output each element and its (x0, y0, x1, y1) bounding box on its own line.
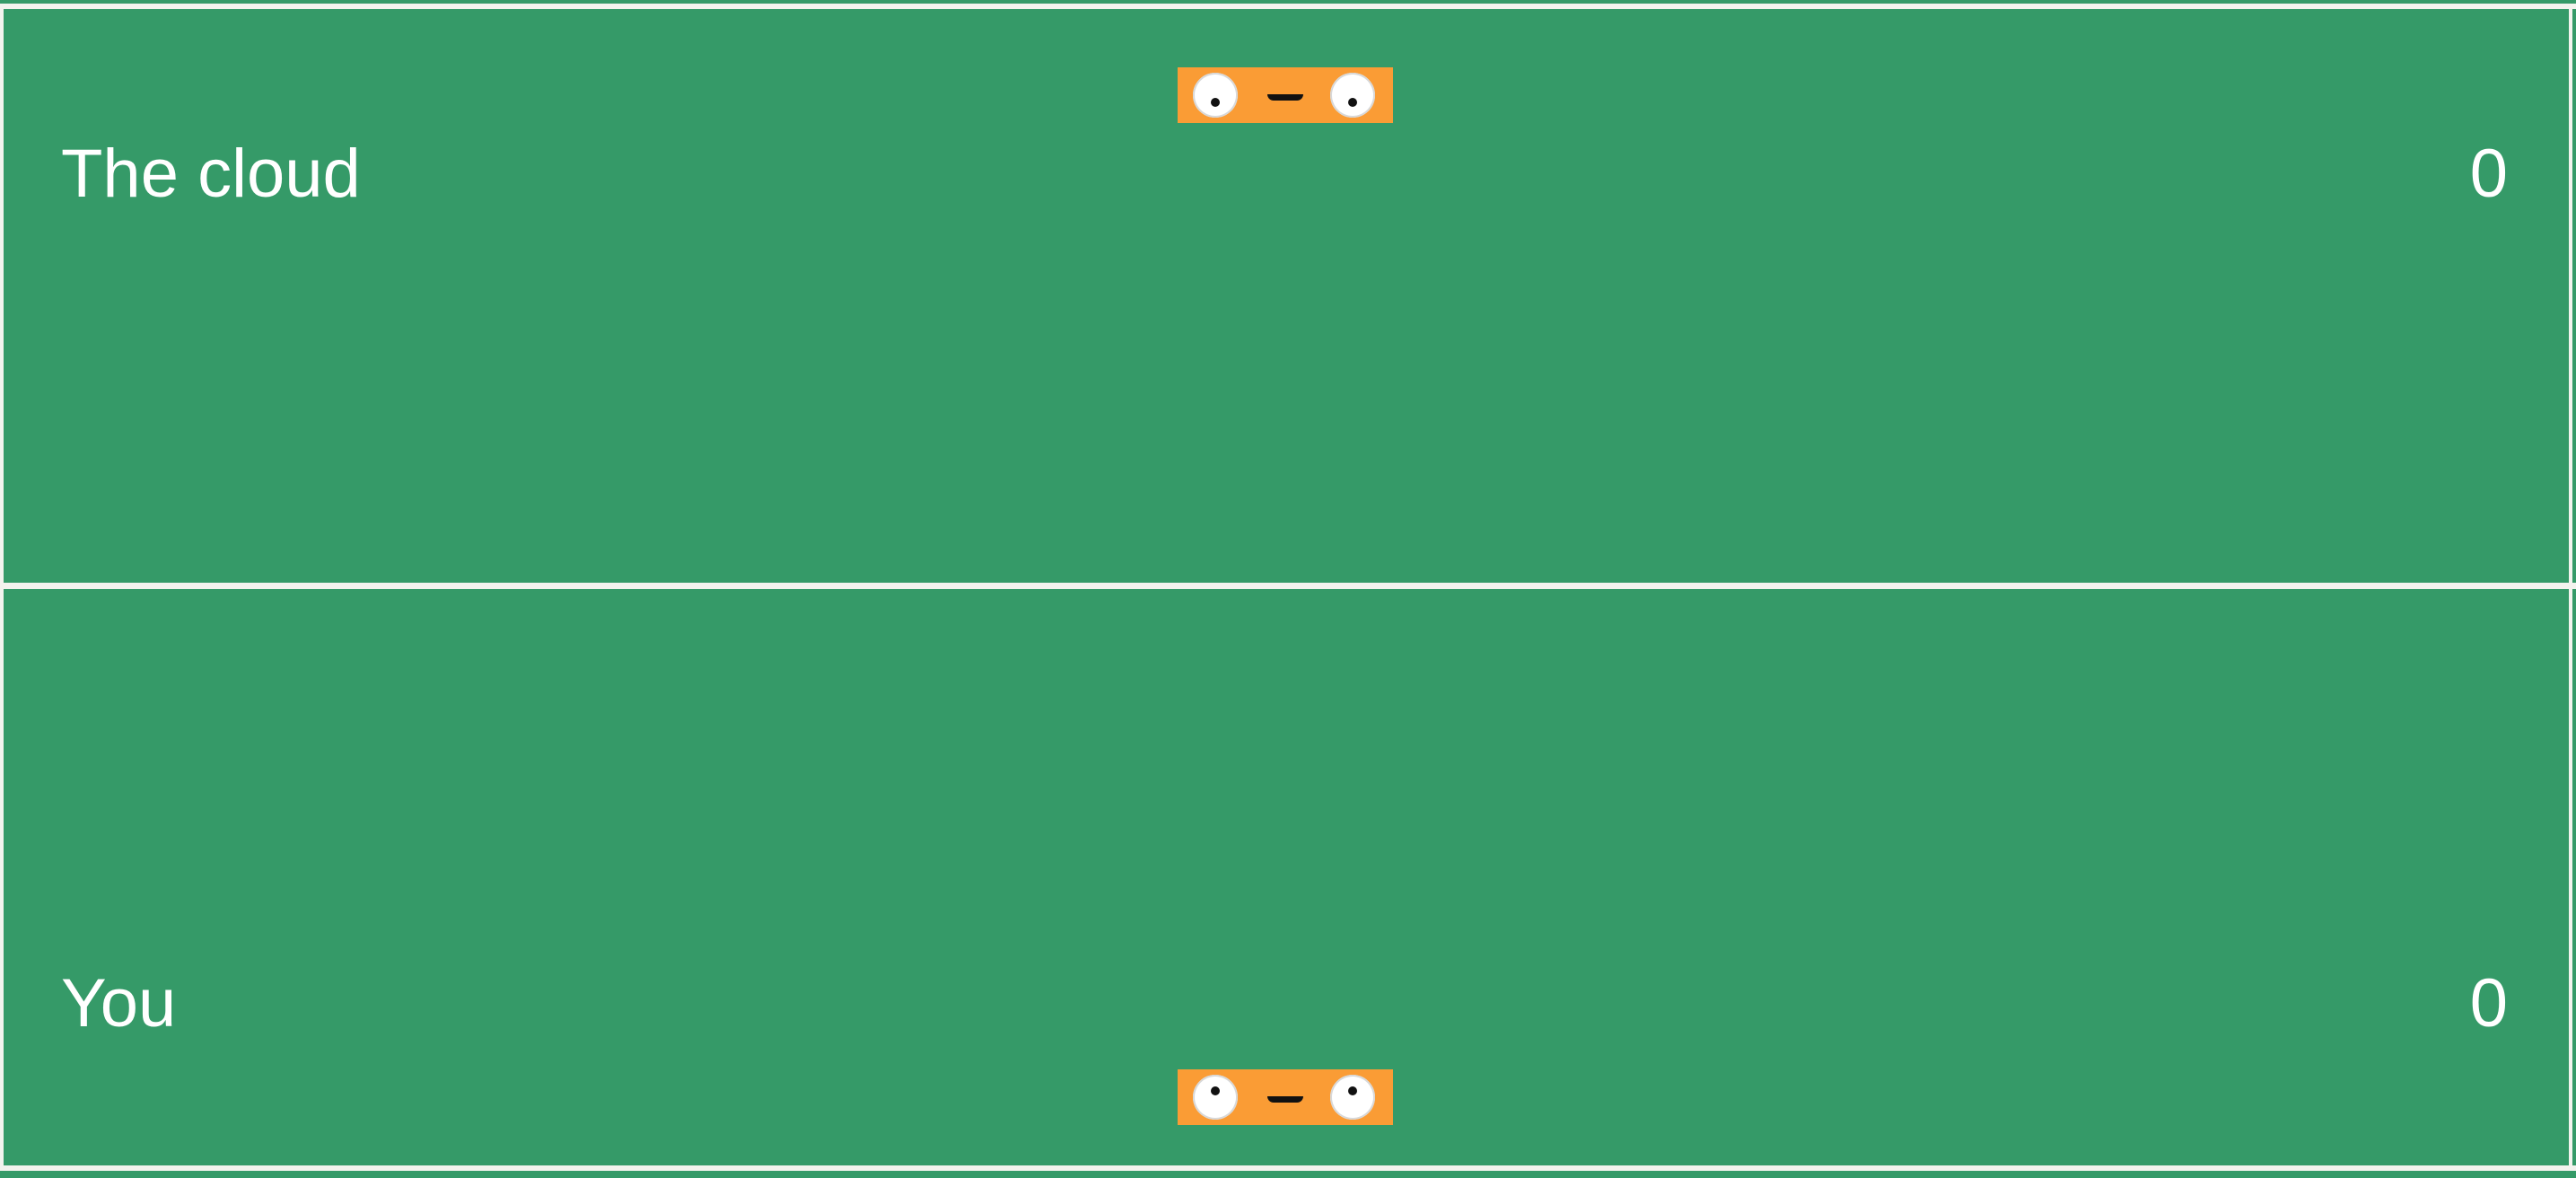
left-eye-icon (1193, 1075, 1238, 1120)
pupil-icon (1211, 98, 1220, 107)
pong-court[interactable]: The cloud 0 You 0 (0, 0, 2576, 1178)
player-score: 0 (2469, 965, 2508, 1042)
mouth-icon (1267, 1096, 1303, 1103)
left-boundary-line (0, 4, 4, 1171)
right-boundary-line (2569, 4, 2572, 1171)
bottom-boundary-line (0, 1165, 2576, 1171)
opponent-paddle (1178, 67, 1393, 123)
right-eye-icon (1330, 73, 1375, 118)
player-name: You (61, 965, 177, 1042)
player-paddle[interactable] (1178, 1069, 1393, 1125)
pupil-icon (1348, 1086, 1357, 1095)
mouth-icon (1267, 94, 1303, 101)
right-eye-icon (1330, 1075, 1375, 1120)
top-boundary-line (0, 4, 2576, 9)
opponent-name: The cloud (61, 136, 361, 212)
left-eye-icon (1193, 73, 1238, 118)
opponent-score: 0 (2469, 136, 2508, 212)
pupil-icon (1348, 98, 1357, 107)
pupil-icon (1211, 1086, 1220, 1095)
center-line (0, 583, 2576, 589)
